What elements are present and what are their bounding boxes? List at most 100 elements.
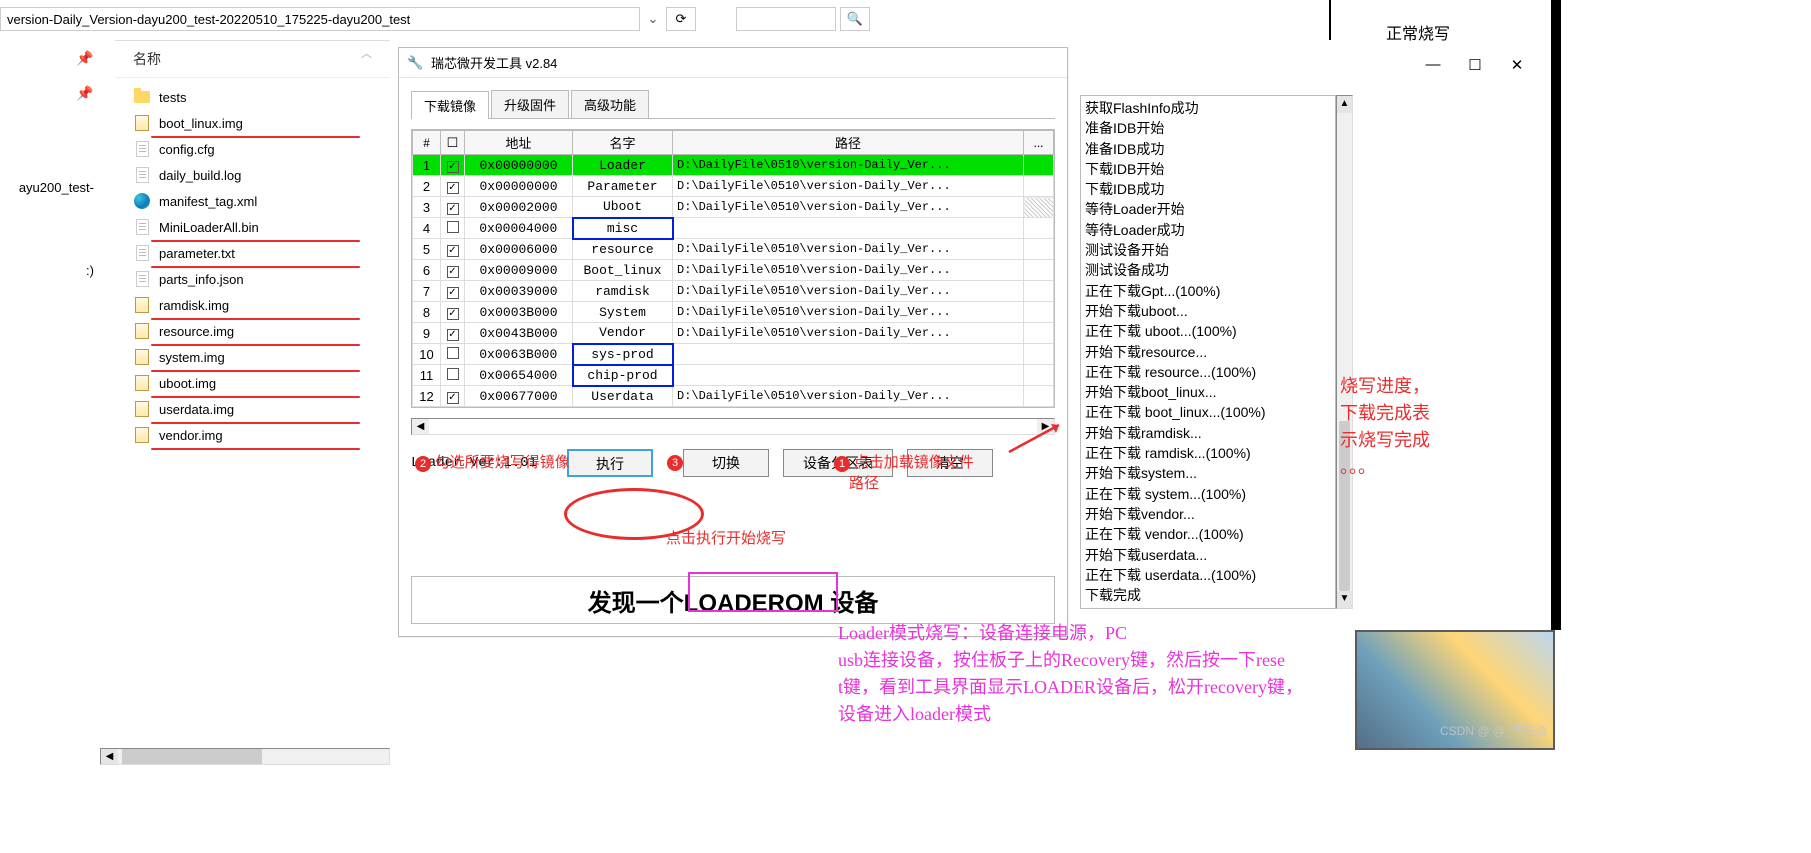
checkbox[interactable]	[447, 392, 459, 404]
pin-icon[interactable]: 📌	[76, 50, 106, 67]
cell-browse[interactable]	[1024, 155, 1054, 176]
cell-browse[interactable]	[1024, 260, 1054, 281]
cell-path[interactable]: D:\DailyFile\0510\version-Daily_Ver...	[673, 239, 1024, 260]
cell-browse[interactable]	[1024, 281, 1054, 302]
file-item[interactable]: parameter.txt	[115, 240, 390, 266]
chevron-down-icon[interactable]: ⌄	[644, 11, 662, 27]
checkbox[interactable]	[447, 287, 459, 299]
table-row[interactable]: 70x00039000ramdiskD:\DailyFile\0510\vers…	[413, 281, 1054, 302]
file-name: parameter.txt	[159, 246, 235, 261]
cell-path[interactable]: D:\DailyFile\0510\version-Daily_Ver...	[673, 197, 1024, 218]
checkbox[interactable]	[447, 347, 459, 359]
cell-browse[interactable]	[1024, 302, 1054, 323]
cell-path[interactable]: D:\DailyFile\0510\version-Daily_Ver...	[673, 386, 1024, 407]
table-row[interactable]: 40x00004000misc	[413, 218, 1054, 239]
scroll-down-icon[interactable]: ▼	[1337, 591, 1352, 608]
file-item[interactable]: userdata.img	[115, 396, 390, 422]
table-row[interactable]: 120x00677000UserdataD:\DailyFile\0510\ve…	[413, 386, 1054, 407]
chevron-up-icon[interactable]: ︿	[361, 45, 372, 61]
checkbox[interactable]	[447, 161, 459, 173]
tab-advanced[interactable]: 高级功能	[571, 90, 649, 118]
checkbox[interactable]	[447, 308, 459, 320]
file-item[interactable]: vendor.img	[115, 422, 390, 448]
scroll-left-icon[interactable]: ◀	[101, 749, 118, 764]
log-panel[interactable]: 获取FlashInfo成功准备IDB开始准备IDB成功下载IDB开始下载IDB成…	[1080, 95, 1336, 609]
pin-icon[interactable]: 📌	[76, 85, 106, 102]
arrow-icon	[1004, 417, 1074, 457]
search-input[interactable]	[736, 7, 836, 31]
cell-path[interactable]: D:\DailyFile\0510\version-Daily_Ver...	[673, 323, 1024, 344]
scroll-up-icon[interactable]: ▲	[1337, 96, 1352, 113]
search-button[interactable]: 🔍	[840, 7, 870, 31]
close-button[interactable]: ✕	[1496, 56, 1538, 80]
cell-browse[interactable]	[1024, 239, 1054, 260]
cell-path[interactable]: D:\DailyFile\0510\version-Daily_Ver...	[673, 155, 1024, 176]
minimize-button[interactable]: —	[1412, 56, 1454, 80]
table-row[interactable]: 60x00009000Boot_linuxD:\DailyFile\0510\v…	[413, 260, 1054, 281]
cell-address: 0x00000000	[465, 176, 573, 197]
col-num[interactable]: #	[413, 131, 441, 155]
checkbox[interactable]	[447, 266, 459, 278]
scroll-left-icon[interactable]: ◀	[412, 419, 429, 434]
refresh-button[interactable]: ⟳	[666, 7, 696, 31]
cell-browse[interactable]	[1024, 365, 1054, 386]
file-item[interactable]: resource.img	[115, 318, 390, 344]
switch-button[interactable]: 切换	[683, 449, 769, 477]
col-path[interactable]: 路径	[673, 131, 1024, 155]
execute-button[interactable]: 执行	[567, 449, 653, 477]
file-item[interactable]: system.img	[115, 344, 390, 370]
col-check[interactable]: ☐	[441, 131, 465, 155]
file-item[interactable]: daily_build.log	[115, 162, 390, 188]
file-item[interactable]: config.cfg	[115, 136, 390, 162]
col-dots[interactable]: ...	[1024, 131, 1054, 155]
cell-browse[interactable]	[1024, 218, 1054, 239]
maximize-button[interactable]: ☐	[1454, 56, 1496, 80]
table-row[interactable]: 90x0043B000VendorD:\DailyFile\0510\versi…	[413, 323, 1054, 344]
tab-download-image[interactable]: 下载镜像	[411, 91, 489, 119]
edge-icon	[133, 192, 151, 210]
explorer-header[interactable]: 名称 ︿	[115, 41, 390, 78]
cell-browse[interactable]	[1024, 386, 1054, 407]
checkbox[interactable]	[447, 329, 459, 341]
file-item[interactable]: ramdisk.img	[115, 292, 390, 318]
cell-path[interactable]: D:\DailyFile\0510\version-Daily_Ver...	[673, 176, 1024, 197]
table-row[interactable]: 20x00000000ParameterD:\DailyFile\0510\ve…	[413, 176, 1054, 197]
file-item[interactable]: manifest_tag.xml	[115, 188, 390, 214]
cell-browse[interactable]	[1024, 323, 1054, 344]
file-item[interactable]: tests	[115, 84, 390, 110]
table-row[interactable]: 50x00006000resourceD:\DailyFile\0510\ver…	[413, 239, 1054, 260]
checkbox[interactable]	[447, 245, 459, 257]
window-title-bar[interactable]: 🔧 瑞芯微开发工具 v2.84	[399, 48, 1067, 78]
file-item[interactable]: boot_linux.img	[115, 110, 390, 136]
table-row[interactable]: 80x0003B000SystemD:\DailyFile\0510\versi…	[413, 302, 1054, 323]
checkbox[interactable]	[447, 182, 459, 194]
checkbox[interactable]	[447, 203, 459, 215]
checkbox[interactable]	[447, 221, 459, 233]
tab-upgrade-firmware[interactable]: 升级固件	[491, 90, 569, 118]
cell-path[interactable]	[673, 344, 1024, 365]
table-row[interactable]: 30x00002000UbootD:\DailyFile\0510\versio…	[413, 197, 1054, 218]
cell-browse[interactable]	[1024, 176, 1054, 197]
table-row[interactable]: 110x00654000chip-prod	[413, 365, 1054, 386]
explorer-horizontal-scrollbar[interactable]: ◀	[100, 748, 390, 765]
file-name: uboot.img	[159, 376, 216, 391]
cell-path[interactable]: D:\DailyFile\0510\version-Daily_Ver...	[673, 260, 1024, 281]
cell-browse[interactable]	[1024, 197, 1054, 218]
table-row[interactable]: 100x0063B000sys-prod	[413, 344, 1054, 365]
col-name[interactable]: 名字	[573, 131, 673, 155]
cell-path[interactable]: D:\DailyFile\0510\version-Daily_Ver...	[673, 281, 1024, 302]
cell-path[interactable]: D:\DailyFile\0510\version-Daily_Ver...	[673, 302, 1024, 323]
file-item[interactable]: parts_info.json	[115, 266, 390, 292]
cell-path[interactable]	[673, 218, 1024, 239]
file-item[interactable]: MiniLoaderAll.bin	[115, 214, 390, 240]
file-name: system.img	[159, 350, 225, 365]
col-address[interactable]: 地址	[465, 131, 573, 155]
file-item[interactable]: uboot.img	[115, 370, 390, 396]
table-row[interactable]: 10x00000000LoaderD:\DailyFile\0510\versi…	[413, 155, 1054, 176]
horizontal-scrollbar[interactable]: ◀ ▶	[411, 418, 1055, 435]
checkbox[interactable]	[447, 368, 459, 380]
cell-path[interactable]	[673, 365, 1024, 386]
address-input[interactable]	[0, 7, 640, 31]
vertical-scrollbar[interactable]: ▲ ▼	[1336, 95, 1353, 609]
cell-browse[interactable]	[1024, 344, 1054, 365]
